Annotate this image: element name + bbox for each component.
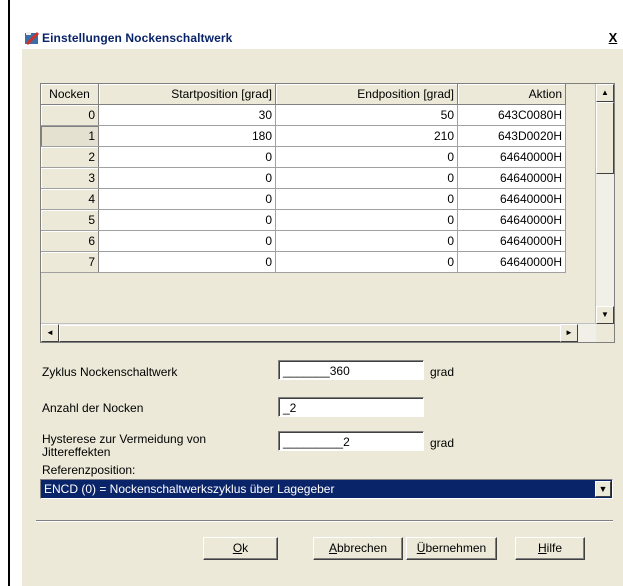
scroll-right-icon[interactable]: ► xyxy=(560,324,578,342)
ok-button[interactable]: Ok xyxy=(203,537,278,560)
row-header[interactable]: 5 xyxy=(41,209,99,231)
title-bar: Einstellungen Nockenschaltwerk X xyxy=(22,28,623,49)
hysterese-input[interactable]: _________2 xyxy=(278,431,424,451)
help-button[interactable]: Hilfe xyxy=(515,537,585,560)
help-accel: H xyxy=(537,541,547,555)
close-button[interactable]: X xyxy=(605,30,621,46)
help-label: ilfe xyxy=(546,541,562,555)
apply-button[interactable]: Übernehmen xyxy=(406,537,497,560)
end-cell[interactable]: 0 xyxy=(275,146,458,168)
chevron-down-icon[interactable]: ▼ xyxy=(595,481,611,497)
table-row: 0 30 50 643C0080H xyxy=(41,104,566,126)
end-cell[interactable]: 0 xyxy=(275,251,458,273)
row-header[interactable]: 6 xyxy=(41,230,99,252)
end-cell[interactable]: 50 xyxy=(275,104,458,126)
nocken-table: Nocken Startposition [grad] Endposition … xyxy=(40,83,615,343)
start-cell[interactable]: 0 xyxy=(98,230,276,252)
table-row: 1 180 210 643D0020H xyxy=(41,125,566,147)
referenz-dropdown[interactable]: ENCD (0) = Nockenschaltwerkszyklus über … xyxy=(40,479,613,499)
scroll-left-icon[interactable]: ◄ xyxy=(41,324,59,342)
start-cell[interactable]: 0 xyxy=(98,146,276,168)
table-row: 2 0 0 64640000H xyxy=(41,146,566,168)
column-header-end[interactable]: Endposition [grad] xyxy=(275,84,458,105)
end-cell[interactable]: 0 xyxy=(275,209,458,231)
end-cell[interactable]: 0 xyxy=(275,230,458,252)
settings-dialog: Einstellungen Nockenschaltwerk X Nocken … xyxy=(22,28,623,586)
aktion-cell[interactable]: 643D0020H xyxy=(457,125,566,147)
end-cell[interactable]: 0 xyxy=(275,167,458,189)
start-cell[interactable]: 0 xyxy=(98,209,276,231)
aktion-cell[interactable]: 643C0080H xyxy=(457,104,566,126)
aktion-cell[interactable]: 64640000H xyxy=(457,188,566,210)
aktion-cell[interactable]: 64640000H xyxy=(457,167,566,189)
aktion-cell[interactable]: 64640000H xyxy=(457,209,566,231)
column-header-start[interactable]: Startposition [grad] xyxy=(98,84,276,105)
divider xyxy=(36,520,613,522)
row-header[interactable]: 7 xyxy=(41,251,99,273)
row-header[interactable]: 0 xyxy=(41,104,99,126)
column-header-aktion[interactable]: Aktion xyxy=(457,84,566,105)
apply-label: bernehmen xyxy=(425,541,487,555)
table-row: 7 0 0 64640000H xyxy=(41,251,566,273)
referenz-label: Referenzposition: xyxy=(42,463,136,477)
vertical-scroll-thumb[interactable] xyxy=(596,102,614,174)
zyklus-input[interactable]: _______360 xyxy=(278,360,424,380)
horizontal-scrollbar[interactable]: ◄ ► xyxy=(41,323,596,342)
table-row: 5 0 0 64640000H xyxy=(41,209,566,231)
start-cell[interactable]: 180 xyxy=(98,125,276,147)
start-cell[interactable]: 0 xyxy=(98,167,276,189)
row-header-selected[interactable]: 1 xyxy=(41,125,99,147)
cancel-accel: A xyxy=(328,541,337,555)
table-header-row: Nocken Startposition [grad] Endposition … xyxy=(41,84,566,105)
anzahl-label: Anzahl der Nocken xyxy=(42,401,144,415)
cancel-label: bbrechen xyxy=(336,541,388,555)
row-header[interactable]: 3 xyxy=(41,167,99,189)
table-row: 4 0 0 64640000H xyxy=(41,188,566,210)
app-icon xyxy=(25,32,39,45)
ok-accel: O xyxy=(232,541,243,555)
row-header[interactable]: 4 xyxy=(41,188,99,210)
cancel-button[interactable]: Abbrechen xyxy=(313,537,403,560)
scroll-up-icon[interactable]: ▲ xyxy=(596,84,614,102)
ok-label: k xyxy=(242,541,249,555)
aktion-cell[interactable]: 64640000H xyxy=(457,251,566,273)
aktion-cell[interactable]: 64640000H xyxy=(457,146,566,168)
start-cell[interactable]: 0 xyxy=(98,251,276,273)
hysterese-label-line2: Jittereffekten xyxy=(42,445,111,459)
hysterese-label-line1: Hysterese zur Vermeidung von xyxy=(42,432,207,446)
vertical-scrollbar[interactable]: ▲ ▼ xyxy=(595,84,614,324)
hysterese-unit: grad xyxy=(430,436,455,450)
scroll-down-icon[interactable]: ▼ xyxy=(596,306,614,324)
dialog-title: Einstellungen Nockenschaltwerk xyxy=(42,31,233,45)
zyklus-label: Zyklus Nockenschaltwerk xyxy=(42,365,178,379)
end-cell[interactable]: 0 xyxy=(275,188,458,210)
scrollbar-corner xyxy=(596,324,614,342)
zyklus-unit: grad xyxy=(430,365,455,379)
window-edge xyxy=(8,0,10,586)
table-row: 3 0 0 64640000H xyxy=(41,167,566,189)
start-cell[interactable]: 30 xyxy=(98,104,276,126)
anzahl-input[interactable]: _2 xyxy=(278,397,424,417)
referenz-selected-value: ENCD (0) = Nockenschaltwerkszyklus über … xyxy=(44,482,335,496)
start-cell[interactable]: 0 xyxy=(98,188,276,210)
horizontal-scroll-thumb[interactable] xyxy=(59,325,561,342)
column-header-nocken[interactable]: Nocken xyxy=(41,84,99,105)
end-cell[interactable]: 210 xyxy=(275,125,458,147)
aktion-cell[interactable]: 64640000H xyxy=(457,230,566,252)
table-row: 6 0 0 64640000H xyxy=(41,230,566,252)
row-header[interactable]: 2 xyxy=(41,146,99,168)
